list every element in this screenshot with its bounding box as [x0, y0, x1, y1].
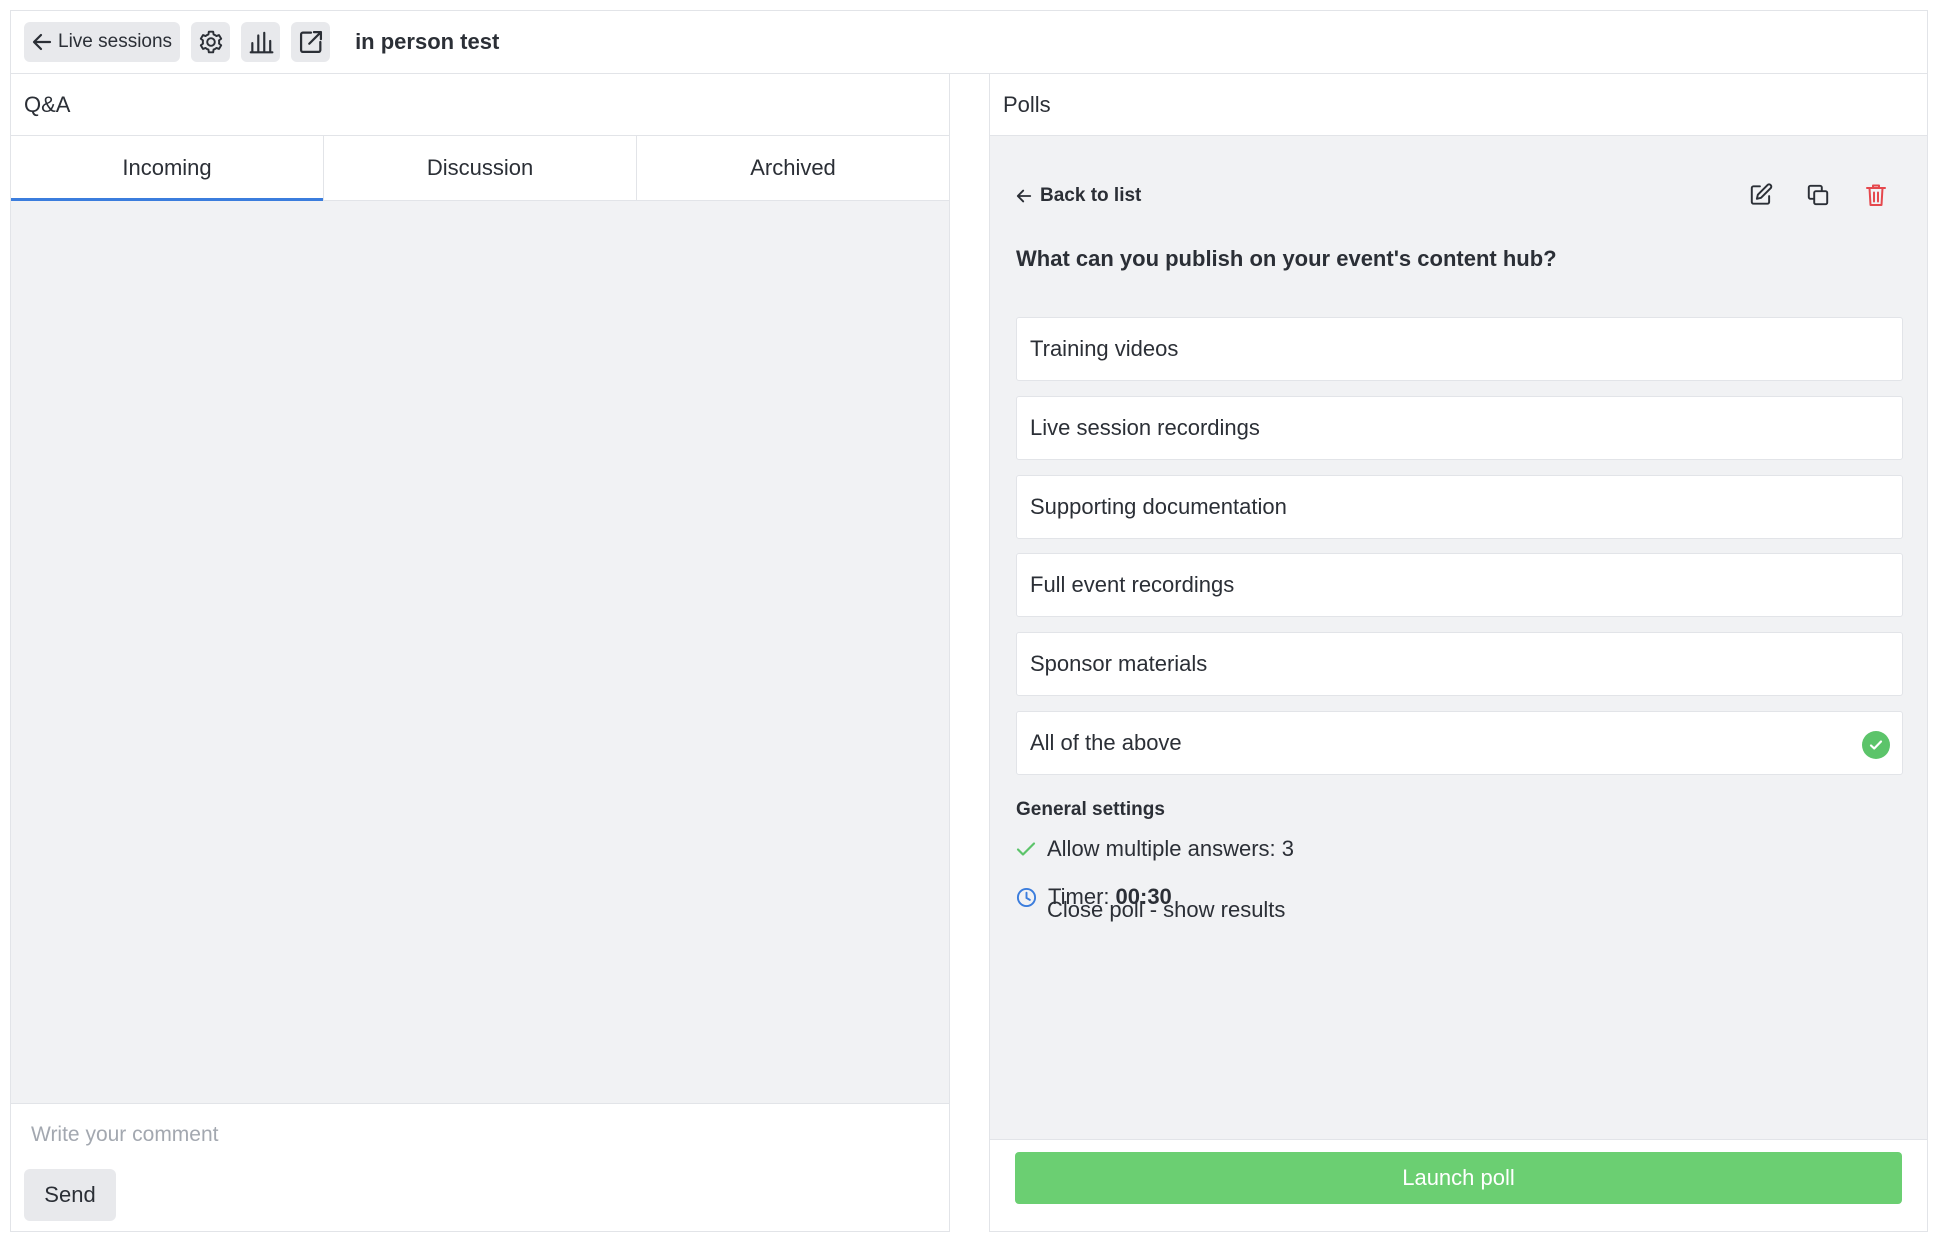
polls-panel: Polls Back to list What can you publish …	[989, 74, 1928, 1232]
live-sessions-label: Live sessions	[58, 31, 173, 52]
arrow-left-icon	[1016, 189, 1032, 203]
settings-button[interactable]	[191, 22, 231, 62]
gear-icon	[199, 30, 222, 54]
check-circle-icon	[1862, 731, 1890, 759]
poll-question: What can you publish on your event's con…	[1016, 246, 1557, 271]
poll-option: Live session recordings	[1016, 396, 1903, 460]
launch-bar: Launch poll	[990, 1139, 1927, 1231]
open-external-button[interactable]	[291, 22, 331, 62]
tab-label: Archived	[750, 155, 836, 180]
app-frame: Live sessions in person test Q&A Incomin…	[10, 10, 1928, 1232]
clock-icon	[1016, 887, 1037, 907]
comment-composer: Send	[11, 1103, 949, 1231]
option-label: Training videos	[1030, 336, 1179, 361]
top-bar: Live sessions in person test	[10, 10, 1928, 74]
poll-option-correct: All of the above	[1016, 711, 1903, 775]
qa-tabs: Incoming Discussion Archived	[11, 136, 949, 201]
polls-panel-title: Polls	[990, 74, 1927, 136]
option-label: Live session recordings	[1030, 415, 1260, 440]
option-label: Supporting documentation	[1030, 494, 1287, 519]
tab-label: Incoming	[122, 155, 212, 180]
option-label: All of the above	[1030, 730, 1182, 755]
back-to-list-label: Back to list	[1040, 185, 1142, 206]
launch-poll-button[interactable]: Launch poll	[1015, 1152, 1902, 1204]
tab-label: Discussion	[426, 155, 534, 180]
tab-discussion[interactable]: Discussion	[324, 136, 637, 200]
comment-input[interactable]	[29, 1114, 933, 1156]
poll-option: Sponsor materials	[1016, 632, 1903, 696]
close-poll-behavior: Close poll - show results	[1047, 897, 1286, 922]
duplicate-poll-button[interactable]	[1803, 180, 1833, 210]
trash-icon	[1866, 184, 1886, 206]
arrow-left-icon	[32, 33, 52, 51]
session-title: in person test	[355, 29, 500, 54]
poll-option: Full event recordings	[1016, 553, 1903, 617]
general-settings-title: General settings	[1016, 799, 1165, 820]
delete-poll-button[interactable]	[1861, 180, 1891, 210]
tab-incoming[interactable]: Incoming	[11, 136, 324, 201]
analytics-button[interactable]	[241, 22, 281, 62]
back-to-list-link[interactable]: Back to list	[1016, 185, 1141, 207]
qa-panel-title: Q&A	[11, 74, 949, 136]
poll-option: Supporting documentation	[1016, 475, 1903, 539]
tab-archived[interactable]: Archived	[637, 136, 949, 200]
copy-icon	[1807, 184, 1829, 206]
qa-panel: Q&A Incoming Discussion Archived Send	[10, 74, 950, 1232]
check-icon	[1016, 842, 1036, 856]
edit-poll-button[interactable]	[1746, 180, 1776, 210]
edit-icon	[1750, 183, 1773, 205]
bar-chart-icon	[249, 31, 274, 54]
external-link-icon	[299, 30, 322, 54]
option-label: Sponsor materials	[1030, 651, 1208, 676]
poll-option: Training videos	[1016, 317, 1903, 381]
send-button[interactable]: Send	[24, 1169, 116, 1221]
option-label: Full event recordings	[1030, 572, 1235, 597]
live-sessions-back-button[interactable]: Live sessions	[24, 22, 181, 62]
